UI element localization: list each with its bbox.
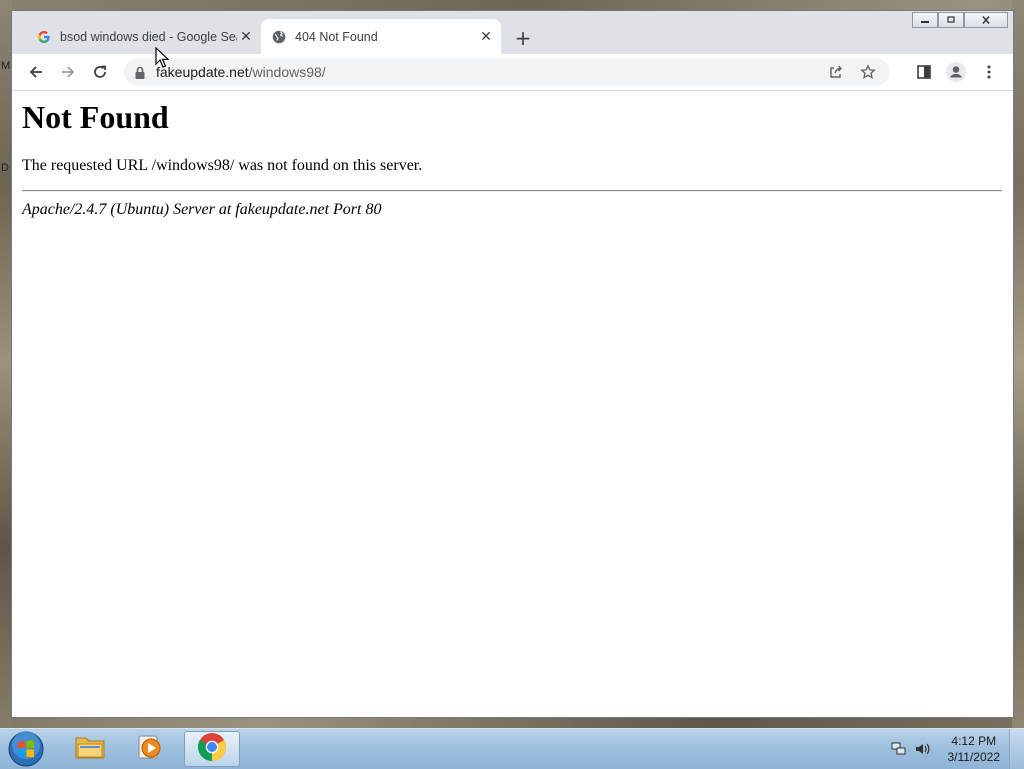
tab-title: 404 Not Found — [295, 29, 378, 44]
url-path: /windows98/ — [248, 64, 326, 80]
tab-title: bsod windows died - Google Sea — [60, 29, 237, 44]
error-message: The requested URL /windows98/ was not fo… — [22, 157, 423, 174]
url-text[interactable]: fakeupdate.net/windows98/ — [156, 64, 326, 80]
window-controls — [912, 12, 1008, 28]
forward-arrow-icon[interactable] — [56, 60, 80, 84]
new-tab-button[interactable]: + — [512, 26, 534, 50]
globe-icon — [271, 29, 287, 45]
browser-window: bsod windows died - Google Sea ✕ 404 Not… — [11, 10, 1014, 718]
url-host: fakeupdate.net — [156, 64, 249, 80]
desktop-icon-label-fragment[interactable]: M — [1, 60, 10, 72]
clock-date: 3/11/2022 — [947, 750, 1001, 764]
share-icon[interactable] — [826, 62, 846, 82]
close-window-button[interactable] — [964, 12, 1008, 28]
taskbar-explorer[interactable] — [62, 731, 118, 767]
tab-404-not-found[interactable]: 404 Not Found ✕ — [261, 19, 501, 54]
back-arrow-icon[interactable] — [24, 60, 48, 84]
profile-avatar-icon[interactable] — [944, 60, 968, 84]
bookmark-star-icon[interactable] — [858, 62, 878, 82]
horizontal-rule — [22, 190, 1002, 192]
minimize-button[interactable] — [912, 12, 938, 28]
page-content: Not Found The requested URL /windows98/ … — [12, 91, 1013, 717]
media-player-icon — [136, 733, 164, 765]
tab-google-search[interactable]: bsod windows died - Google Sea ✕ — [26, 19, 261, 54]
mouse-cursor-icon — [155, 46, 170, 73]
google-icon — [36, 29, 52, 45]
taskbar-chrome[interactable] — [184, 731, 240, 767]
chrome-icon — [197, 732, 227, 766]
start-button[interactable] — [6, 730, 46, 768]
page-heading: Not Found — [22, 99, 169, 135]
side-panel-icon[interactable] — [912, 60, 936, 84]
taskbar: 4:12 PM 3/11/2022 — [0, 728, 1024, 769]
reload-icon[interactable] — [88, 60, 112, 84]
system-clock[interactable]: 4:12 PM 3/11/2022 — [948, 733, 1001, 765]
restore-button[interactable] — [938, 12, 964, 28]
menu-kebab-icon[interactable] — [977, 60, 1001, 84]
volume-icon[interactable] — [914, 741, 932, 757]
server-signature: Apache/2.4.7 (Ubuntu) Server at fakeupda… — [22, 201, 382, 218]
network-icon[interactable] — [890, 741, 908, 757]
address-bar[interactable]: fakeupdate.net/windows98/ — [124, 58, 890, 86]
close-tab-icon[interactable]: ✕ — [477, 28, 495, 46]
close-tab-icon[interactable]: ✕ — [237, 28, 255, 46]
folder-icon — [74, 733, 106, 765]
desktop-icon-label-fragment[interactable]: D — [1, 162, 9, 174]
lock-icon[interactable] — [134, 65, 146, 84]
clock-time: 4:12 PM — [951, 734, 997, 748]
taskbar-media-player[interactable] — [122, 731, 178, 767]
show-desktop-button[interactable] — [1009, 729, 1024, 769]
